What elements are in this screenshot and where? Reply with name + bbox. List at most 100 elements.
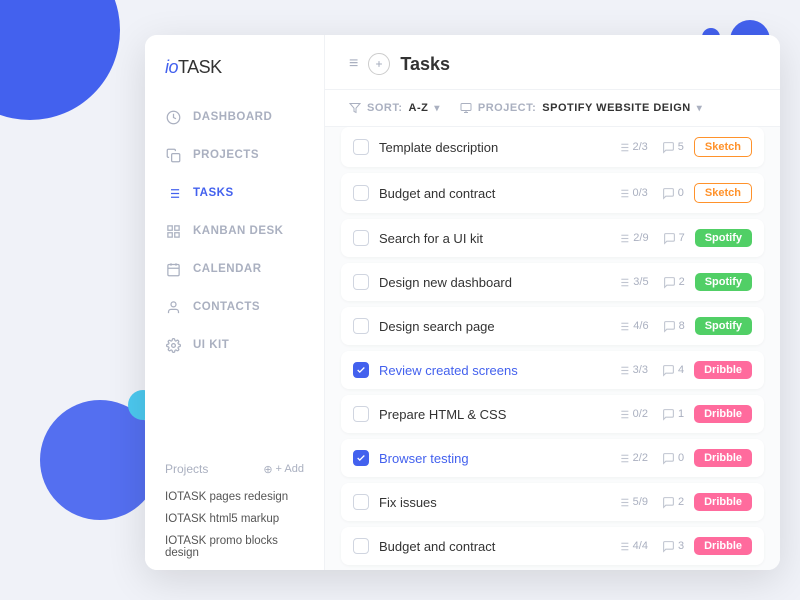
subtask-count: 3/3: [633, 364, 648, 376]
task-checkbox[interactable]: [353, 538, 369, 554]
subtasks-icon: [617, 320, 630, 333]
task-tag: Spotify: [695, 229, 752, 247]
logo-io: io: [165, 57, 178, 77]
task-checkbox[interactable]: [353, 185, 369, 201]
comments-icon: [662, 364, 675, 377]
sidebar-item-uikit[interactable]: UI KIT: [145, 326, 324, 364]
subtask-count: 0/3: [633, 187, 648, 199]
task-subtasks: 4/4: [617, 540, 648, 553]
task-checkbox[interactable]: [353, 139, 369, 155]
task-meta: 2/9 7: [617, 232, 684, 245]
comments-icon: [662, 496, 675, 509]
add-project-button[interactable]: ⊕ + Add: [263, 463, 304, 476]
project-filter-label: PROJECT:: [478, 102, 536, 114]
task-tag: Dribble: [694, 361, 752, 379]
task-meta: 2/2 0: [617, 452, 684, 465]
task-comments: 3: [662, 540, 684, 553]
page-title: Tasks: [400, 54, 450, 75]
comments-icon: [663, 232, 676, 245]
sort-filter[interactable]: SORT: A-Z ▾: [349, 102, 440, 114]
gear-icon: [165, 337, 181, 353]
sidebar-item-tasks[interactable]: TASKS: [145, 174, 324, 212]
sort-label: SORT:: [367, 102, 403, 114]
subtask-count: 2/3: [633, 141, 648, 153]
comments-icon: [662, 540, 675, 553]
task-name: Budget and contract: [379, 186, 607, 201]
task-subtasks: 4/6: [617, 320, 648, 333]
task-row: Template description 2/3 5 Sketch: [341, 127, 764, 167]
comments-icon: [663, 320, 676, 333]
task-list: Template description 2/3 5 Sketch Budget…: [325, 127, 780, 570]
sidebar-item-dashboard[interactable]: DASHBOARD: [145, 98, 324, 136]
project-filter-value: SPOTIFY WEBSITE DEIGN: [542, 102, 690, 114]
task-subtasks: 2/3: [617, 141, 648, 154]
sidebar-item-calendar[interactable]: CALENDAR: [145, 250, 324, 288]
comments-icon: [662, 408, 675, 421]
task-comments: 5: [662, 141, 684, 154]
task-checkbox[interactable]: [353, 230, 369, 246]
sidebar-item-kanban[interactable]: KANBAN DESK: [145, 212, 324, 250]
main-header: ≡ Tasks: [325, 35, 780, 90]
task-row: Design search page 4/6 8 Spotify: [341, 307, 764, 345]
task-name: Review created screens: [379, 363, 607, 378]
add-task-icon[interactable]: [368, 53, 390, 75]
contacts-label: CONTACTS: [193, 301, 260, 313]
projects-label: PROJECTS: [193, 149, 259, 161]
task-row: Browser testing 2/2 0 Dribble: [341, 439, 764, 477]
task-comments: 2: [663, 276, 685, 289]
task-meta: 3/3 4: [617, 364, 684, 377]
task-row: Budget and contract 0/3 0 Sketch: [341, 173, 764, 213]
task-row: Fix issues 5/9 2 Dribble: [341, 483, 764, 521]
task-checkbox[interactable]: [353, 362, 369, 378]
task-checkbox[interactable]: [353, 274, 369, 290]
projects-section-label: Projects: [165, 462, 208, 476]
comment-count: 8: [679, 320, 685, 332]
task-row: Search for a UI kit 2/9 7 Spotify: [341, 219, 764, 257]
subtask-count: 2/2: [633, 452, 648, 464]
task-name: Template description: [379, 140, 607, 155]
task-checkbox[interactable]: [353, 494, 369, 510]
comment-count: 2: [678, 496, 684, 508]
comment-count: 3: [678, 540, 684, 552]
task-name: Browser testing: [379, 451, 607, 466]
uikit-label: UI KIT: [193, 339, 229, 351]
tasks-label: TASKS: [193, 187, 234, 199]
task-tag: Spotify: [695, 273, 752, 291]
project-item-1[interactable]: IOTASK pages redesign: [165, 486, 304, 508]
comment-count: 1: [678, 408, 684, 420]
contacts-icon: [165, 299, 181, 315]
bg-decoration-circle-topleft: [0, 0, 120, 120]
copy-icon: [165, 147, 181, 163]
sidebar-item-contacts[interactable]: CONTACTS: [145, 288, 324, 326]
comments-icon: [662, 452, 675, 465]
task-meta: 0/2 1: [617, 408, 684, 421]
sidebar-item-projects[interactable]: PROJECTS: [145, 136, 324, 174]
menu-icon[interactable]: ≡: [349, 55, 358, 73]
task-subtasks: 3/5: [617, 276, 648, 289]
project-item-2[interactable]: IOTASK html5 markup: [165, 508, 304, 530]
subtasks-icon: [617, 141, 630, 154]
task-checkbox[interactable]: [353, 450, 369, 466]
task-subtasks: 0/3: [617, 187, 648, 200]
task-meta: 2/3 5: [617, 141, 684, 154]
task-checkbox[interactable]: [353, 318, 369, 334]
comment-count: 0: [678, 187, 684, 199]
project-filter-icon: [460, 102, 472, 114]
comment-count: 5: [678, 141, 684, 153]
subtasks-icon: [617, 452, 630, 465]
project-item-3[interactable]: IOTASK promo blocks design: [165, 530, 304, 564]
clock-icon: [165, 109, 181, 125]
subtasks-icon: [617, 232, 630, 245]
task-subtasks: 3/3: [617, 364, 648, 377]
subtask-count: 4/6: [633, 320, 648, 332]
task-checkbox[interactable]: [353, 406, 369, 422]
subtasks-icon: [617, 496, 630, 509]
comments-icon: [662, 141, 675, 154]
task-subtasks: 5/9: [617, 496, 648, 509]
task-comments: 0: [662, 452, 684, 465]
subtask-count: 0/2: [633, 408, 648, 420]
subtask-count: 5/9: [633, 496, 648, 508]
project-filter[interactable]: PROJECT: SPOTIFY WEBSITE DEIGN ▾: [460, 102, 702, 114]
logo-area: ioTASK: [145, 35, 324, 98]
task-row: Design new dashboard 3/5 2 Spotify: [341, 263, 764, 301]
